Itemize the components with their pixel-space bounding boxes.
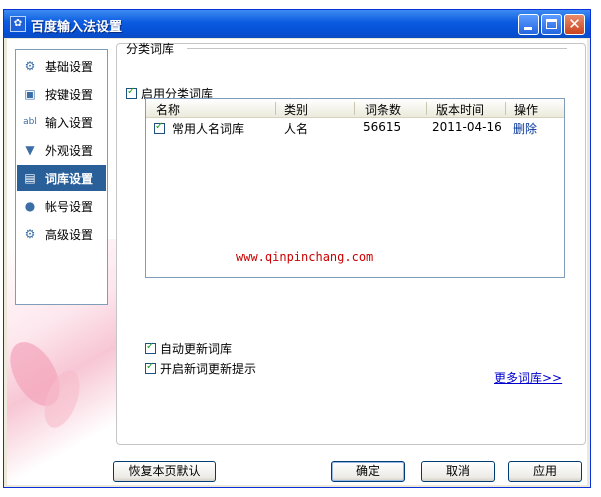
sidebar-item-label: 高级设置 <box>45 227 94 242</box>
table-row[interactable]: 常用人名词库 人名 56615 2011-04-16 删除 <box>146 119 564 137</box>
column-separator[interactable] <box>426 102 427 115</box>
sidebar-item-label: 帐号设置 <box>45 199 94 214</box>
new-word-tip-checkbox[interactable] <box>145 361 156 374</box>
sidebar-item-label: 基础设置 <box>45 59 94 74</box>
list-header: 名称 类别 词条数 版本时间 操作 <box>146 99 564 118</box>
minimize-icon <box>524 27 532 30</box>
sidebar-item-label: 外观设置 <box>45 143 94 158</box>
sidebar-item-label: 词库设置 <box>45 171 94 186</box>
auto-update-checkbox[interactable] <box>145 341 156 354</box>
column-header-count[interactable]: 词条数 <box>365 101 401 118</box>
maximize-button[interactable] <box>541 14 562 35</box>
sidebar-item-label: 输入设置 <box>45 115 94 130</box>
row-name: 常用人名词库 <box>172 122 245 136</box>
sidebar-item-advanced[interactable]: ⚙ 高级设置 <box>17 221 106 247</box>
column-separator[interactable] <box>505 102 506 115</box>
window-title: 百度输入法设置 <box>31 20 123 35</box>
row-checkbox[interactable] <box>154 121 165 134</box>
auto-update-label: 自动更新词库 <box>160 342 233 356</box>
column-header-version-date[interactable]: 版本时间 <box>436 101 484 118</box>
close-button[interactable]: ✕ <box>564 14 585 35</box>
cancel-button[interactable]: 取消 <box>421 461 495 482</box>
column-separator[interactable] <box>275 102 276 115</box>
minimize-button[interactable] <box>518 14 539 35</box>
column-header-category[interactable]: 类别 <box>284 101 308 118</box>
column-header-action[interactable]: 操作 <box>514 101 538 118</box>
sidebar-item-account[interactable]: ● 帐号设置 <box>17 193 106 219</box>
key-icon: ▣ <box>24 87 36 101</box>
abl-icon: abl <box>23 117 37 127</box>
shirt-icon: ▼ <box>25 143 35 157</box>
sidebar-item-basic[interactable]: ⚙ 基础设置 <box>17 53 106 79</box>
enable-category-checkbox[interactable] <box>126 86 137 99</box>
sidebar-item-appearance[interactable]: ▼ 外观设置 <box>17 137 106 163</box>
more-dictionaries-link[interactable]: 更多词库>> <box>494 369 562 386</box>
row-date: 2011-04-16 <box>432 120 502 134</box>
column-separator[interactable] <box>354 102 355 115</box>
row-category: 人名 <box>284 122 309 136</box>
new-word-tip-label: 开启新词更新提示 <box>160 362 257 376</box>
watermark-text: www.qinpinchang.com <box>236 250 374 264</box>
section-divider <box>187 48 567 49</box>
advanced-gear-icon: ⚙ <box>24 227 36 241</box>
user-icon: ● <box>24 199 36 213</box>
section-title: 分类词库 <box>126 42 175 56</box>
delete-link[interactable]: 删除 <box>513 120 537 137</box>
title-bar[interactable]: ✿ 百度输入法设置 ✕ <box>4 10 590 38</box>
sidebar-item-label: 按键设置 <box>45 87 94 102</box>
row-count: 56615 <box>363 120 402 134</box>
restore-defaults-button[interactable]: 恢复本页默认 <box>113 461 216 482</box>
sidebar-item-dictionary[interactable]: ▤ 词库设置 <box>17 165 106 191</box>
gear-icon: ⚙ <box>24 59 36 73</box>
settings-sidebar: ⚙ 基础设置 ▣ 按键设置 abl 输入设置 ▼ 外观设置 ▤ 词库设置 ● 帐… <box>15 49 108 305</box>
ok-button[interactable]: 确定 <box>331 461 405 482</box>
settings-window: ✿ 百度输入法设置 ✕ ⚙ 基础设置 ▣ 按键设置 abl 输入设置 ▼ 外观设… <box>0 9 591 488</box>
sidebar-item-keys[interactable]: ▣ 按键设置 <box>17 81 106 107</box>
paw-icon: ✿ <box>10 16 26 32</box>
sidebar-item-input[interactable]: abl 输入设置 <box>17 109 106 135</box>
maximize-icon <box>546 19 557 29</box>
dictionary-icon: ▤ <box>24 171 36 185</box>
apply-button[interactable]: 应用 <box>508 461 582 482</box>
close-icon: ✕ <box>568 15 581 33</box>
column-header-name[interactable]: 名称 <box>156 101 180 118</box>
